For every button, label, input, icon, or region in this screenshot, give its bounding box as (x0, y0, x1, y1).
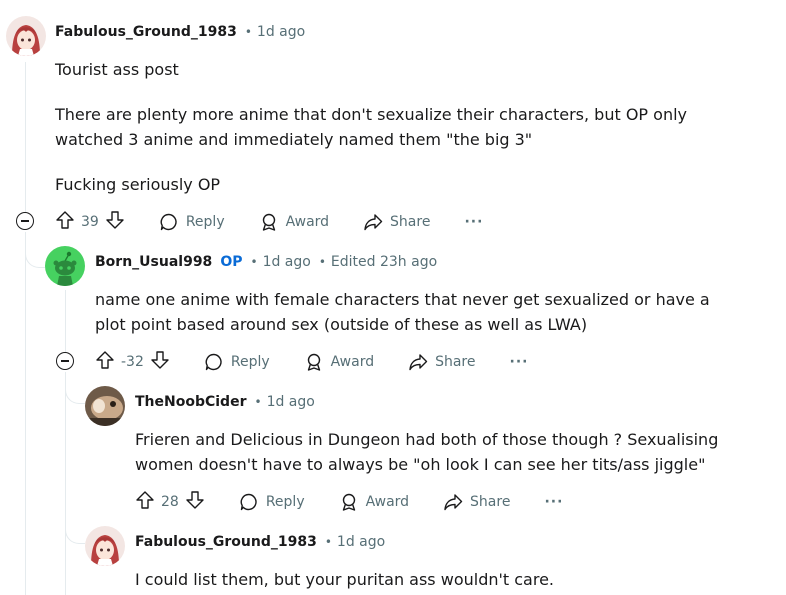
timestamp[interactable]: 1d ago (337, 534, 385, 550)
downvote-icon[interactable] (105, 210, 125, 234)
thread-connector (65, 372, 85, 404)
reply-label: Reply (230, 354, 270, 370)
edited-label: Edited 23h ago (330, 254, 438, 270)
vote-control: -32 (95, 350, 170, 374)
downvote-icon[interactable] (150, 350, 170, 374)
comment-paragraph: Frieren and Delicious in Dungeon had bot… (135, 430, 719, 474)
award-button[interactable]: Award (259, 212, 329, 232)
share-button[interactable]: Share (408, 352, 476, 372)
thread-line-op[interactable] (65, 290, 66, 352)
comment-paragraph: name one anime with female characters th… (95, 290, 710, 334)
reply-label: Reply (265, 494, 305, 510)
award-icon (262, 213, 275, 231)
author-name[interactable]: Fabulous_Ground_1983 (55, 24, 237, 40)
award-icon (342, 493, 355, 511)
comment-meta: Born_Usual998 OP • 1d ago • Edited 23h a… (95, 254, 437, 270)
share-label: Share (435, 354, 476, 370)
award-label: Award (285, 214, 330, 230)
comment-meta: Fabulous_Ground_1983 • 1d ago (135, 534, 385, 550)
timestamp[interactable]: 1d ago (267, 394, 315, 410)
separator-dot: • (254, 395, 262, 409)
reply-bubble-icon (240, 493, 257, 511)
downvote-icon[interactable] (185, 490, 205, 514)
comment-meta: Fabulous_Ground_1983 • 1d ago (55, 24, 305, 40)
share-button[interactable]: Share (363, 212, 430, 232)
comment-meta: TheNoobCider • 1d ago (135, 394, 315, 410)
thread-connector (25, 232, 45, 268)
comment-paragraph: Fucking seriously OP (55, 175, 221, 194)
comment-body: Tourist ass post There are plenty more a… (55, 57, 755, 197)
thread-line-root-lower[interactable] (25, 232, 26, 595)
reply-bubble-icon (205, 353, 222, 371)
separator-dot: • (250, 255, 258, 269)
comment-body: Frieren and Delicious in Dungeon had bot… (135, 427, 735, 477)
award-button[interactable]: Award (339, 492, 409, 512)
author-name[interactable]: Fabulous_Ground_1983 (135, 534, 317, 550)
more-options-button[interactable]: ··· (544, 494, 563, 510)
share-button[interactable]: Share (443, 492, 510, 512)
author-name[interactable]: Born_Usual998 (95, 254, 212, 270)
comment-actions: 28 Reply Award Share ··· (135, 488, 563, 516)
more-options-button[interactable]: ··· (464, 214, 483, 230)
comment-paragraph: I could list them, but your puritan ass … (135, 570, 554, 589)
upvote-icon[interactable] (135, 490, 155, 514)
comment-actions: 39 Reply Award Share ··· (55, 208, 483, 236)
reply-bubble-icon (160, 213, 177, 231)
comment-paragraph: There are plenty more anime that don't s… (55, 105, 687, 149)
thread-line-op-lower[interactable] (65, 372, 66, 595)
avatar[interactable] (85, 526, 125, 566)
share-icon (444, 494, 463, 511)
snoo-avatar-icon (45, 246, 85, 286)
upvote-icon[interactable] (55, 210, 75, 234)
thread-line-root[interactable] (25, 62, 26, 212)
collapse-icon[interactable] (56, 352, 74, 370)
avatar[interactable] (6, 16, 46, 56)
reply-label: Reply (185, 214, 225, 230)
award-label: Award (365, 494, 410, 510)
upvote-icon[interactable] (95, 350, 115, 374)
award-button[interactable]: Award (304, 352, 374, 372)
vote-count: 39 (81, 214, 99, 230)
timestamp[interactable]: 1d ago (263, 254, 311, 270)
separator-dot: • (244, 25, 252, 39)
share-label: Share (390, 214, 431, 230)
op-badge: OP (220, 254, 243, 270)
collapse-icon[interactable] (16, 212, 34, 230)
timestamp[interactable]: 1d ago (257, 24, 305, 40)
comment-body: name one anime with female characters th… (95, 287, 745, 337)
award-icon (307, 353, 320, 371)
separator-dot: • (324, 535, 332, 549)
vote-count: 28 (161, 494, 179, 510)
more-options-button[interactable]: ··· (510, 354, 529, 370)
reply-button[interactable]: Reply (204, 352, 270, 372)
share-icon (364, 214, 383, 231)
comment-paragraph: Tourist ass post (55, 60, 179, 79)
comment-actions: -32 Reply Award Share ··· (95, 348, 528, 376)
award-label: Award (330, 354, 375, 370)
author-name[interactable]: TheNoobCider (135, 394, 246, 410)
reply-button[interactable]: Reply (159, 212, 225, 232)
vote-control: 28 (135, 490, 205, 514)
avatar[interactable] (45, 246, 85, 286)
vote-control: 39 (55, 210, 125, 234)
thread-connector (65, 510, 85, 544)
separator-dot: • (318, 255, 326, 269)
comment-body: I could list them, but your puritan ass … (135, 567, 735, 592)
share-label: Share (470, 494, 511, 510)
avatar[interactable] (85, 386, 125, 426)
reply-button[interactable]: Reply (239, 492, 305, 512)
vote-count: -32 (121, 354, 144, 370)
share-icon (409, 354, 428, 371)
